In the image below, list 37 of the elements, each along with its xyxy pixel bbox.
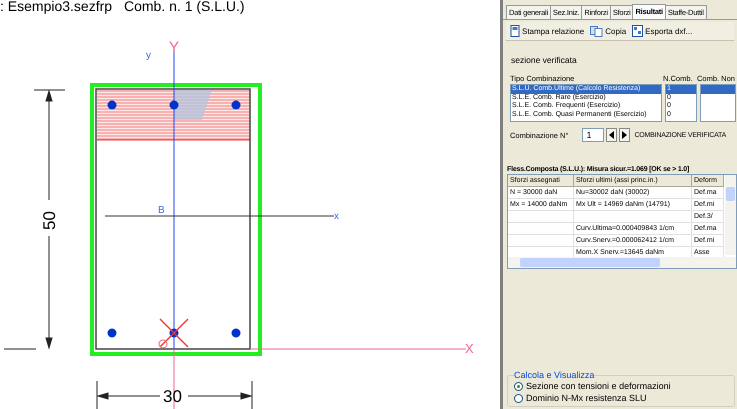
combination-title: Comb. n. 1 (S.L.U.) [124, 0, 245, 14]
toolbar-button[interactable]: Stampa relazione [510, 25, 584, 37]
axis-label: Y [169, 39, 180, 56]
vertical-scrollbar[interactable] [725, 175, 736, 255]
rebar-dot [108, 100, 116, 110]
rebar-dot [232, 328, 240, 338]
radio-option[interactable]: Dominio N-Mx resistenza SLU [514, 392, 647, 404]
left-arrow-icon [609, 131, 614, 139]
export-icon [632, 25, 644, 37]
axis-label: y [146, 50, 151, 61]
table-cell [508, 211, 574, 223]
toolbar-button[interactable]: Esporta dxf... [632, 25, 692, 37]
group-title: Calcola e Visualizza [514, 370, 594, 380]
document-icon [510, 25, 520, 37]
radio-option[interactable]: Sezione con tensioni e deformazioni [514, 380, 671, 392]
status-text: sezione verificata [511, 55, 578, 65]
copy-icon [590, 26, 604, 36]
combination-number-field[interactable]: 1 [582, 128, 604, 142]
neutral-point-cross-icon [160, 318, 188, 348]
rebar-dot [170, 100, 178, 110]
right-arrow-icon [622, 131, 628, 139]
toolbar-button[interactable]: Copia [590, 26, 626, 36]
height-dimension: 50 [40, 211, 59, 230]
table-cell [508, 223, 574, 235]
centroid-label: B [158, 205, 165, 216]
previous-button[interactable] [606, 128, 618, 142]
rebar-dot [108, 328, 116, 338]
origin-circle-icon [158, 340, 168, 348]
axis-label: x [334, 211, 339, 222]
axis-label: X [465, 341, 474, 356]
file-name: : Esempio3.sezfrp [0, 0, 112, 14]
rebar-dot [170, 328, 178, 338]
combination-non-list[interactable] [700, 84, 736, 122]
stress-diagram [174, 90, 212, 120]
next-button[interactable] [619, 128, 630, 142]
rebar-dot [232, 100, 240, 110]
horizontal-scrollbar[interactable] [508, 257, 736, 268]
